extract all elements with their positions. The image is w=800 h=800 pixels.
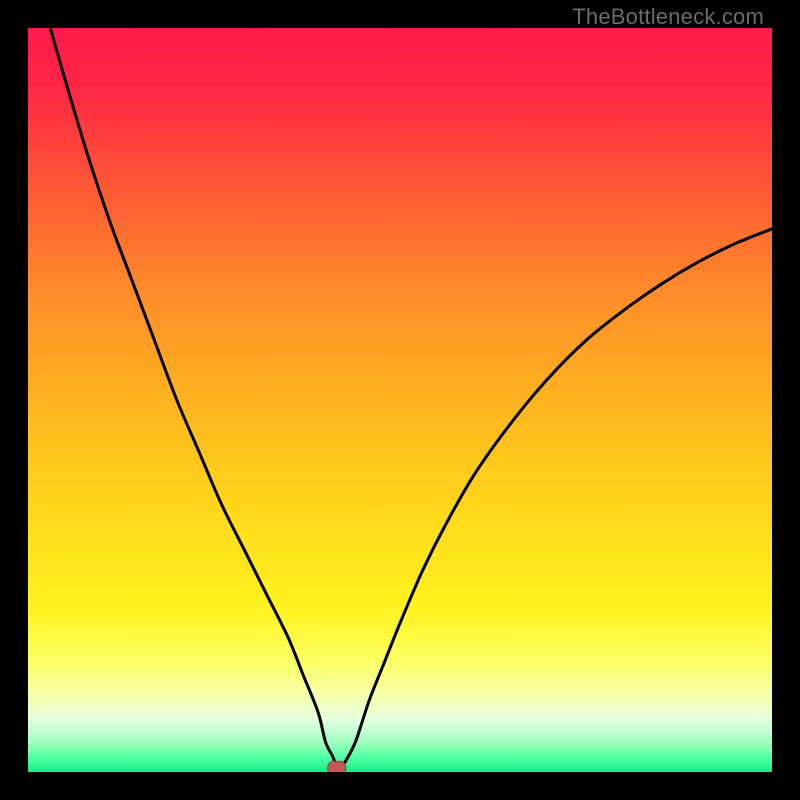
chart-svg <box>28 28 772 772</box>
outer-frame: TheBottleneck.com <box>0 0 800 800</box>
minimum-marker <box>328 761 346 772</box>
chart-background <box>28 28 772 772</box>
gradient-rect <box>28 28 772 772</box>
watermark-label: TheBottleneck.com <box>572 4 764 30</box>
